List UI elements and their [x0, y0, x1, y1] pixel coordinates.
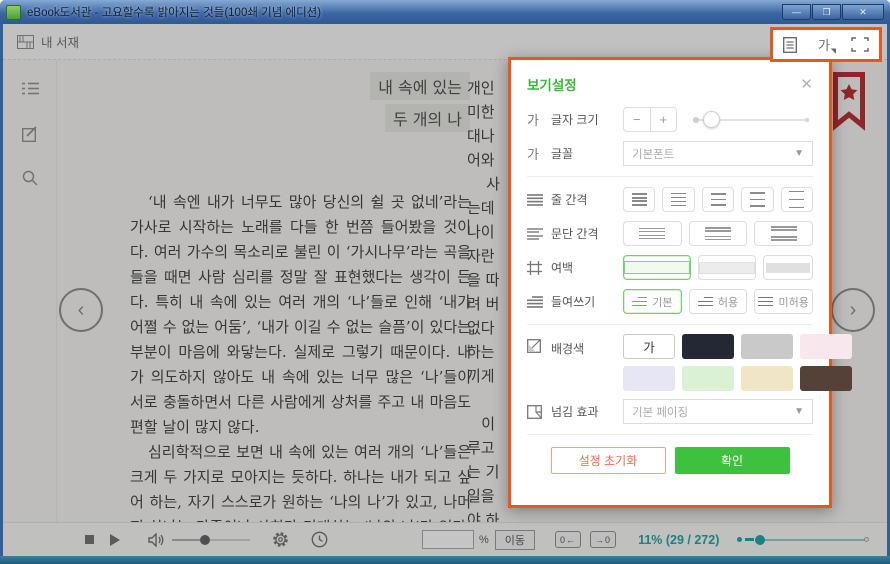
app-window: eBook도서관 - 고요할수록 밝아지는 것들(100쇄 기념 에디션) — …: [0, 0, 890, 564]
font-size-stepper: − +: [623, 107, 677, 132]
paragraph-spacing-option-1[interactable]: [623, 221, 682, 246]
line-spacing-label: 줄 간격: [551, 191, 623, 208]
minimize-button[interactable]: —: [782, 4, 811, 20]
view-tools-highlight-box: 가◥: [770, 27, 882, 62]
line-spacing-option-4[interactable]: [741, 187, 773, 212]
font-family-row: 가 글꼴 기본폰트 ▼: [527, 140, 813, 167]
chevron-down-icon: ▼: [794, 148, 804, 159]
background-color-row: 배경색 가: [527, 334, 813, 391]
page-effect-value: 기본 페이징: [632, 404, 688, 420]
app-body: 내 서재 내 속에 있는 두 개의 나 ‘내 속엔 내가: [3, 24, 887, 556]
font-family-value: 기본폰트: [632, 146, 674, 162]
bg-color-swatch-brown[interactable]: [800, 366, 852, 391]
bg-color-swatch-lavender[interactable]: [623, 366, 675, 391]
indent-row: 들여쓰기 기본 허용 미허용: [527, 288, 813, 315]
font-size-label: 글자 크기: [551, 111, 623, 128]
page-effect-select[interactable]: 기본 페이징 ▼: [623, 399, 813, 424]
close-window-button[interactable]: ✕: [842, 4, 884, 20]
bg-color-swatch-pink[interactable]: [800, 334, 852, 359]
bg-color-swatch-white[interactable]: 가: [623, 334, 675, 359]
font-size-icon: 가: [527, 110, 551, 129]
view-settings-panel: 보기설정 ✕ 가 글자 크기 − + 가 글꼴: [508, 57, 832, 508]
slider-right-dot: [805, 118, 809, 122]
page-effect-label: 넘김 효과: [551, 403, 623, 420]
font-size-slider-thumb[interactable]: [703, 111, 720, 128]
fullscreen-icon[interactable]: [851, 37, 869, 52]
indent-option-default[interactable]: 기본: [623, 289, 682, 314]
app-logo-icon: [6, 5, 21, 20]
margin-label: 여백: [551, 259, 623, 276]
line-spacing-row: 줄 간격: [527, 186, 813, 213]
font-family-icon: 가: [527, 144, 551, 163]
close-panel-icon[interactable]: ✕: [800, 77, 813, 92]
margin-icon: [527, 261, 551, 275]
view-settings-icon[interactable]: 가◥: [818, 35, 830, 54]
divider: [527, 324, 813, 325]
window-bottom-border: [0, 556, 890, 564]
chevron-down-icon: ▼: [794, 406, 804, 417]
indent-icon: [527, 296, 551, 308]
line-spacing-option-2[interactable]: [662, 187, 694, 212]
margin-option-2[interactable]: [698, 255, 756, 280]
font-size-slider[interactable]: [693, 119, 809, 121]
background-color-icon: [527, 334, 551, 353]
indent-option-label: 미허용: [778, 294, 808, 310]
margin-row: 여백: [527, 254, 813, 281]
font-family-select[interactable]: 기본폰트 ▼: [623, 141, 813, 166]
slider-left-dot: [693, 117, 699, 123]
indent-option-disallow[interactable]: 미허용: [754, 289, 813, 314]
paragraph-spacing-option-3[interactable]: [754, 221, 813, 246]
line-spacing-option-1[interactable]: [623, 187, 655, 212]
page-effect-icon: [527, 405, 551, 419]
cursor-caret-icon: ◥: [831, 47, 836, 55]
paragraph-spacing-option-2[interactable]: [689, 221, 748, 246]
window-title: eBook도서관 - 고요할수록 밝아지는 것들(100쇄 기념 에디션): [27, 4, 321, 20]
indent-option-label: 허용: [718, 294, 738, 310]
bg-color-swatch-dark-navy[interactable]: [682, 334, 734, 359]
panel-title: 보기설정: [527, 74, 577, 94]
font-family-label: 글꼴: [551, 145, 623, 162]
maximize-button[interactable]: ❐: [812, 4, 841, 20]
reset-settings-button[interactable]: 설정 초기화: [551, 447, 666, 474]
indent-option-allow[interactable]: 허용: [689, 289, 748, 314]
paragraph-spacing-icon: [527, 228, 551, 240]
indent-option-label: 기본: [652, 294, 672, 310]
title-bar: eBook도서관 - 고요할수록 밝아지는 것들(100쇄 기념 에디션) — …: [0, 0, 890, 24]
font-size-increase-button[interactable]: +: [651, 108, 677, 131]
line-spacing-icon: [527, 194, 551, 206]
background-color-label: 배경색: [551, 334, 623, 357]
bg-color-swatch-gray[interactable]: [741, 334, 793, 359]
indent-label: 들여쓰기: [551, 293, 623, 310]
line-spacing-option-5[interactable]: [781, 187, 813, 212]
bg-color-swatch-cream[interactable]: [741, 366, 793, 391]
margin-option-3[interactable]: [763, 255, 813, 280]
margin-option-1-selected[interactable]: [623, 255, 691, 280]
reading-info-icon[interactable]: [783, 37, 797, 53]
font-size-row: 가 글자 크기 − +: [527, 106, 813, 133]
page-effect-row: 넘김 효과 기본 페이징 ▼: [527, 398, 813, 425]
line-spacing-option-3[interactable]: [702, 187, 734, 212]
paragraph-spacing-row: 문단 간격: [527, 220, 813, 247]
paragraph-spacing-label: 문단 간격: [551, 225, 623, 242]
divider: [527, 434, 813, 435]
bg-color-swatch-light-green[interactable]: [682, 366, 734, 391]
divider: [527, 176, 813, 177]
confirm-button[interactable]: 확인: [675, 447, 790, 474]
background-color-swatches: 가: [623, 334, 852, 391]
font-size-decrease-button[interactable]: −: [624, 108, 651, 131]
